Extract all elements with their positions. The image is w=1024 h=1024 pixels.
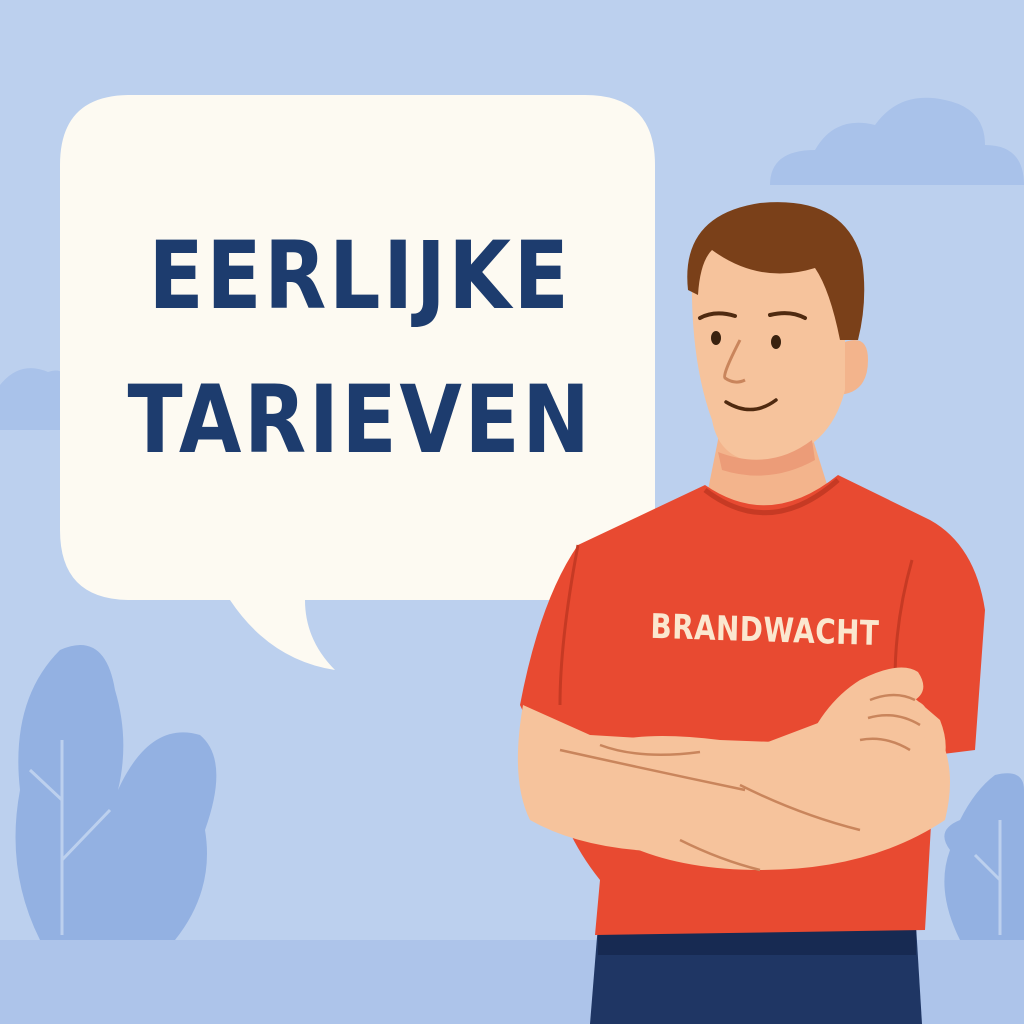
eye-left xyxy=(711,331,721,345)
headline-line-2: TARIEVEN xyxy=(127,366,593,475)
shirt-label: BRANDWACHT xyxy=(650,606,880,655)
eye-right xyxy=(771,335,781,349)
speech-bubble-text: EERLIJKE TARIEVEN xyxy=(102,205,618,493)
headline-line-1: EERLIJKE xyxy=(148,222,572,331)
illustration: EERLIJKE TARIEVEN BRANDWACHT xyxy=(0,0,1024,1024)
illustration-svg xyxy=(0,0,1024,1024)
